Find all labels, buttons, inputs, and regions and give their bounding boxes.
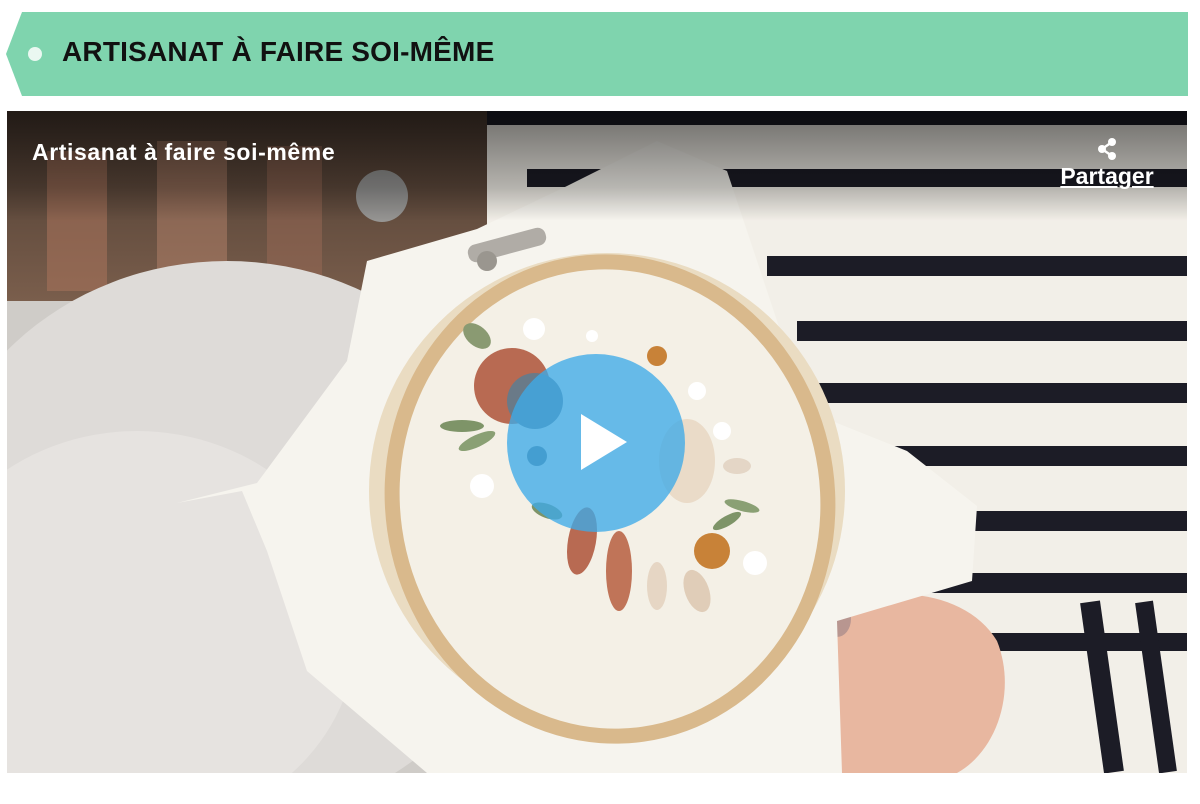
- share-icon: [1098, 138, 1116, 160]
- video-title[interactable]: Artisanat à faire soi-même: [32, 139, 335, 166]
- bullet-dot: [28, 47, 42, 61]
- share-button[interactable]: Partager: [1047, 137, 1167, 190]
- share-label[interactable]: Partager: [1060, 163, 1153, 189]
- section-banner: ARTISANAT À FAIRE SOI-MÊME: [6, 12, 1188, 96]
- title-overlay: [7, 111, 1187, 221]
- play-button[interactable]: [507, 354, 685, 532]
- video-player[interactable]: Artisanat à faire soi-même Partager: [7, 111, 1187, 773]
- play-icon: [581, 414, 627, 470]
- section-title: ARTISANAT À FAIRE SOI-MÊME: [62, 36, 495, 67]
